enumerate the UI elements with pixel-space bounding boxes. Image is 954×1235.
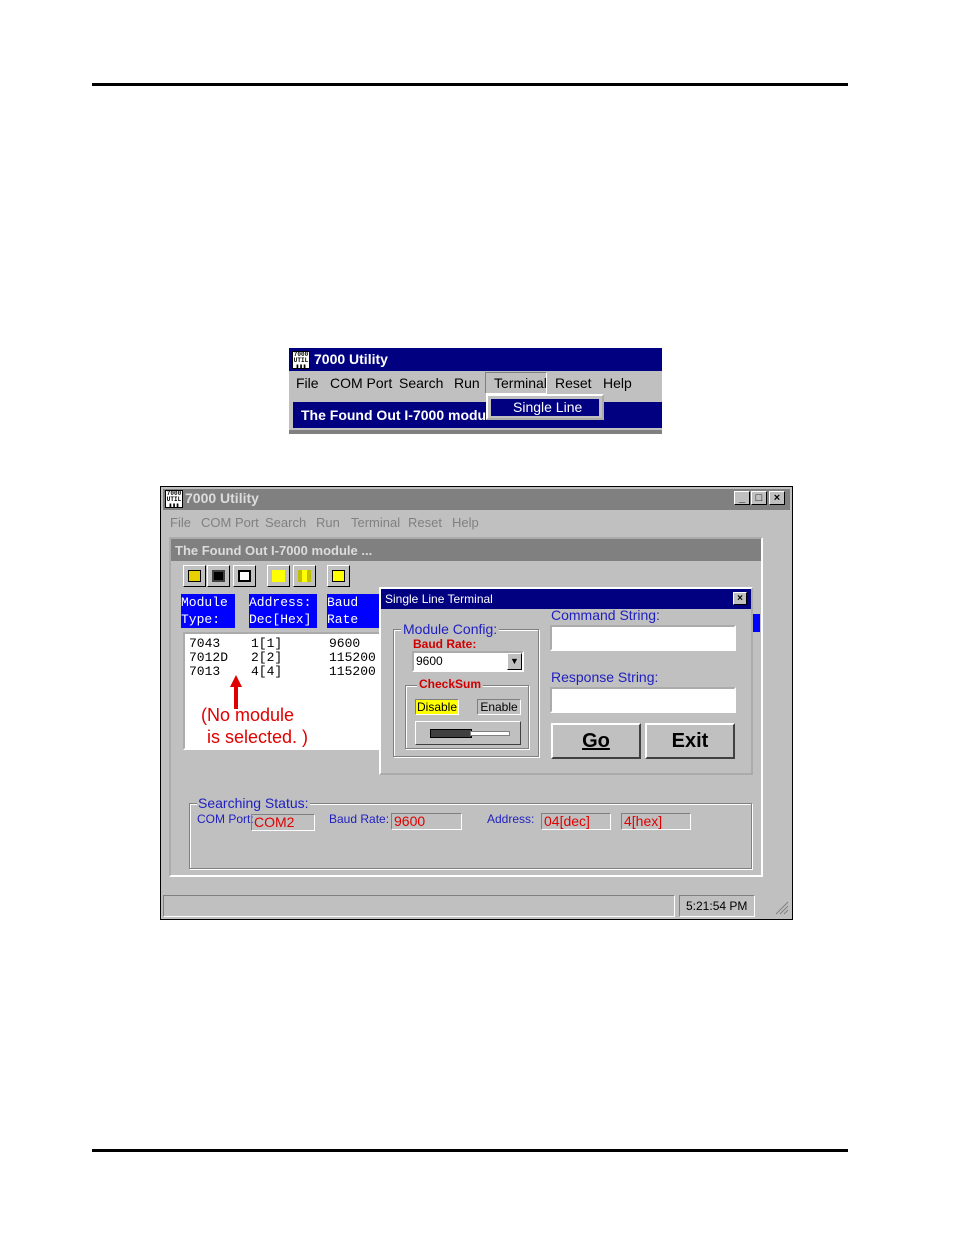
play-button[interactable] [267, 565, 290, 587]
play-icon [272, 570, 285, 582]
com-port-label: COM Port: [197, 812, 254, 826]
checksum-disable-option[interactable]: Disable [415, 699, 459, 715]
annotation-line-1: (No module [201, 705, 295, 725]
status-bar-main [163, 895, 675, 917]
menu-file[interactable]: File [296, 375, 319, 391]
checksum-enable-option[interactable]: Enable [477, 699, 521, 715]
open-button[interactable] [183, 565, 206, 587]
chevron-down-icon[interactable]: ▼ [507, 653, 522, 670]
row-type[interactable]: 7043 [189, 636, 220, 651]
terminal-dropdown: Single Line [486, 394, 604, 420]
menu-com-port[interactable]: COM Port [330, 375, 392, 391]
com-port-value: COM2 [251, 814, 315, 831]
annotation-line-2: is selected. ) [207, 727, 309, 747]
column-header-address: Address: Dec[Hex] [249, 594, 317, 628]
address-dec-value: 04[dec] [541, 813, 611, 830]
address-label: Address: [487, 812, 535, 826]
stop-button[interactable] [327, 565, 350, 587]
row-type[interactable]: 7013 [189, 664, 220, 679]
maximize-button[interactable]: □ [751, 491, 767, 505]
print-button[interactable] [233, 565, 256, 587]
go-label: Go [582, 730, 610, 752]
row-address[interactable]: 1[1] [251, 636, 282, 651]
module-config-label: Module Config: [401, 621, 500, 637]
pause-button[interactable] [293, 565, 316, 587]
status-bar-clock: 5:21:54 PM [679, 895, 755, 917]
arrow-annotation-icon [230, 675, 242, 709]
slider-track-icon [470, 731, 510, 736]
top-rule [92, 83, 848, 86]
response-string-label: Response String: [551, 669, 659, 685]
menu-run[interactable]: Run [316, 515, 340, 530]
floppy-icon [212, 570, 225, 582]
app-icon: 7000 UTIL ▮▮▮ [292, 351, 310, 369]
app-title: 7000 Utility [314, 351, 388, 367]
menu-screenshot: 7000 UTIL ▮▮▮ 7000 Utility File COM Port S… [289, 348, 662, 434]
menu-help[interactable]: Help [452, 515, 479, 530]
command-string-input[interactable] [550, 625, 736, 651]
save-button[interactable] [207, 565, 230, 587]
menu-run[interactable]: Run [454, 375, 480, 391]
menu-bar: File COM Port Search Run Terminal Reset … [289, 371, 662, 395]
single-line-menu-item[interactable]: Single Line [491, 399, 599, 416]
minimize-button[interactable]: _ [734, 491, 750, 505]
header-line: Rate [327, 612, 359, 627]
toolbar-strip [289, 430, 662, 434]
row-baud[interactable]: 115200 [329, 650, 376, 665]
dialog-close-button[interactable]: × [733, 592, 747, 605]
window-title: 7000 Utility [185, 490, 259, 506]
response-string-input[interactable] [550, 687, 736, 713]
go-button[interactable]: Go [551, 723, 641, 759]
baud-rate-label: Baud Rate: [413, 637, 477, 651]
single-line-terminal-dialog: Single Line Terminal × Module Config: Ba… [379, 587, 753, 775]
menu-com-port[interactable]: COM Port [201, 515, 259, 530]
exit-button[interactable]: Exit [645, 723, 735, 759]
column-header-baud: Baud Rate [327, 594, 379, 628]
found-panel-title: The Found Out I-7000 modu [301, 407, 487, 423]
baud-rate-value: 9600 [416, 654, 443, 668]
column-header-type: Module Type: [181, 594, 235, 628]
resize-grip-icon[interactable] [773, 899, 789, 915]
menu-search[interactable]: Search [399, 375, 443, 391]
checksum-label: CheckSum [417, 677, 484, 691]
utility-window: 7000 UTIL ▮▮▮ 7000 Utility _ □ × File COM … [160, 486, 793, 920]
menu-terminal[interactable]: Terminal [351, 515, 400, 530]
clock-text: 5:21:54 PM [686, 899, 748, 913]
header-line: Module [181, 595, 228, 610]
menu-help[interactable]: Help [603, 375, 632, 391]
pause-icon [298, 570, 311, 582]
header-line: Baud [327, 595, 359, 610]
baud-rate-status-label: Baud Rate: [329, 812, 390, 826]
app-icon: 7000 UTIL ▮▮▮ [165, 490, 183, 508]
header-line: Type: [181, 612, 221, 627]
menu-search[interactable]: Search [265, 515, 306, 530]
row-type[interactable]: 7012D [189, 650, 228, 665]
menu-file[interactable]: File [170, 515, 191, 530]
stop-icon [332, 570, 345, 582]
dialog-title: Single Line Terminal [385, 592, 493, 606]
printer-icon [238, 570, 251, 582]
slider-handle-icon [430, 729, 472, 738]
close-button[interactable]: × [769, 491, 785, 505]
address-hex-value: 4[hex] [621, 813, 691, 830]
header-line: Address: [249, 595, 312, 610]
exit-label: Exit [671, 730, 709, 752]
searching-status-label: Searching Status: [197, 795, 310, 811]
menu-reset[interactable]: Reset [555, 375, 592, 391]
row-baud[interactable]: 115200 [329, 664, 376, 679]
row-address[interactable]: 2[2] [251, 650, 282, 665]
row-address[interactable]: 4[4] [251, 664, 282, 679]
baud-rate-select[interactable]: 9600 ▼ [412, 651, 524, 672]
header-line: Dec[Hex] [249, 612, 312, 627]
menu-reset[interactable]: Reset [408, 515, 442, 530]
folder-icon [188, 570, 201, 582]
command-string-label: Command String: [551, 607, 660, 623]
checksum-toggle-slider[interactable] [415, 721, 521, 745]
baud-rate-status-value: 9600 [391, 813, 462, 830]
bottom-rule [92, 1149, 848, 1152]
found-panel-title: The Found Out I-7000 module ... [175, 543, 373, 558]
row-baud[interactable]: 9600 [329, 636, 360, 651]
terminal-menu-pressed [485, 372, 547, 394]
